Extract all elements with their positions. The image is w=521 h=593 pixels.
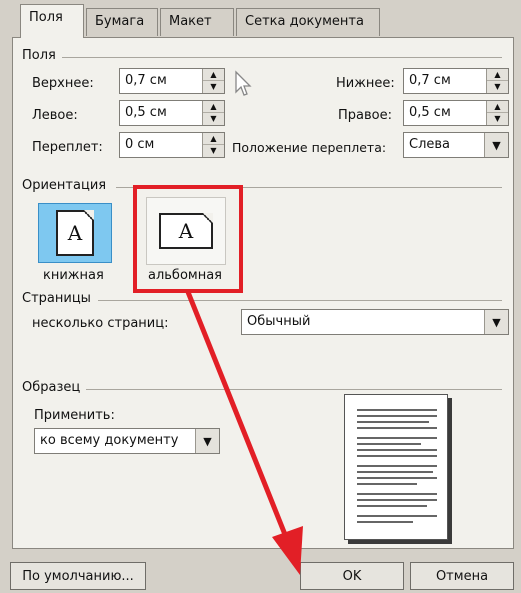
margins-section-title: Поля [22, 48, 56, 63]
gutter-position-value[interactable]: Слева [409, 137, 450, 152]
sample-section-title: Образец [22, 380, 81, 395]
portrait-label[interactable]: книжная [43, 268, 104, 283]
arrow-up-icon[interactable]: ▲ [203, 133, 224, 145]
bottom-margin-spinner[interactable]: 0,7 см ▲ ▼ [403, 68, 509, 94]
left-margin-value[interactable]: 0,5 см [125, 105, 167, 120]
apply-to-label: Применить: [34, 408, 115, 423]
portrait-page-icon: A [56, 210, 94, 256]
divider [62, 57, 502, 58]
top-margin-spinner[interactable]: 0,7 см ▲ ▼ [119, 68, 225, 94]
gutter-label: Переплет: [32, 140, 103, 155]
multiple-pages-value[interactable]: Обычный [247, 314, 310, 329]
divider [86, 389, 502, 390]
dropdown-arrow-icon[interactable]: ▼ [484, 133, 508, 157]
mouse-cursor-icon [235, 70, 252, 96]
tab-margins[interactable]: Поля [20, 4, 84, 38]
multiple-pages-select[interactable]: Обычный ▼ [241, 309, 509, 335]
bottom-margin-value[interactable]: 0,7 см [409, 73, 451, 88]
gutter-position-select[interactable]: Слева ▼ [403, 132, 509, 158]
set-as-default-button[interactable]: По умолчанию... [10, 562, 146, 590]
tab-layout[interactable]: Макет [160, 8, 234, 36]
gutter-value[interactable]: 0 см [125, 137, 154, 152]
apply-to-value[interactable]: ко всему документу [40, 433, 178, 448]
top-margin-value[interactable]: 0,7 см [125, 73, 167, 88]
dropdown-arrow-icon[interactable]: ▼ [484, 310, 508, 334]
arrow-down-icon[interactable]: ▼ [487, 113, 508, 125]
arrow-down-icon[interactable]: ▼ [203, 113, 224, 125]
arrow-up-icon[interactable]: ▲ [203, 69, 224, 81]
highlight-rectangle [133, 185, 243, 293]
dropdown-arrow-icon[interactable]: ▼ [195, 429, 219, 453]
tab-document-grid[interactable]: Сетка документа [236, 8, 380, 36]
top-margin-label: Верхнее: [32, 76, 94, 91]
right-margin-label: Правое: [338, 108, 392, 123]
arrow-up-icon[interactable]: ▲ [203, 101, 224, 113]
arrow-down-icon[interactable]: ▼ [203, 145, 224, 157]
bottom-margin-label: Нижнее: [336, 76, 395, 91]
right-margin-value[interactable]: 0,5 см [409, 105, 451, 120]
pages-section-title: Страницы [22, 291, 91, 306]
divider [98, 300, 502, 301]
gutter-position-label: Положение переплета: [232, 140, 387, 155]
portrait-icon-letter: A [67, 221, 83, 245]
ok-button[interactable]: OK [300, 562, 404, 590]
arrow-up-icon[interactable]: ▲ [487, 69, 508, 81]
multiple-pages-label: несколько страниц: [32, 316, 169, 331]
cancel-button[interactable]: Отмена [410, 562, 514, 590]
page-preview [344, 394, 448, 540]
arrow-down-icon[interactable]: ▼ [203, 81, 224, 93]
tab-paper[interactable]: Бумага [86, 8, 158, 36]
gutter-spinner[interactable]: 0 см ▲ ▼ [119, 132, 225, 158]
arrow-down-icon[interactable]: ▼ [487, 81, 508, 93]
right-margin-spinner[interactable]: 0,5 см ▲ ▼ [403, 100, 509, 126]
left-margin-label: Левое: [32, 108, 78, 123]
apply-to-select[interactable]: ко всему документу ▼ [34, 428, 220, 454]
arrow-up-icon[interactable]: ▲ [487, 101, 508, 113]
orientation-section-title: Ориентация [22, 178, 107, 193]
portrait-option[interactable]: A [38, 203, 112, 263]
left-margin-spinner[interactable]: 0,5 см ▲ ▼ [119, 100, 225, 126]
